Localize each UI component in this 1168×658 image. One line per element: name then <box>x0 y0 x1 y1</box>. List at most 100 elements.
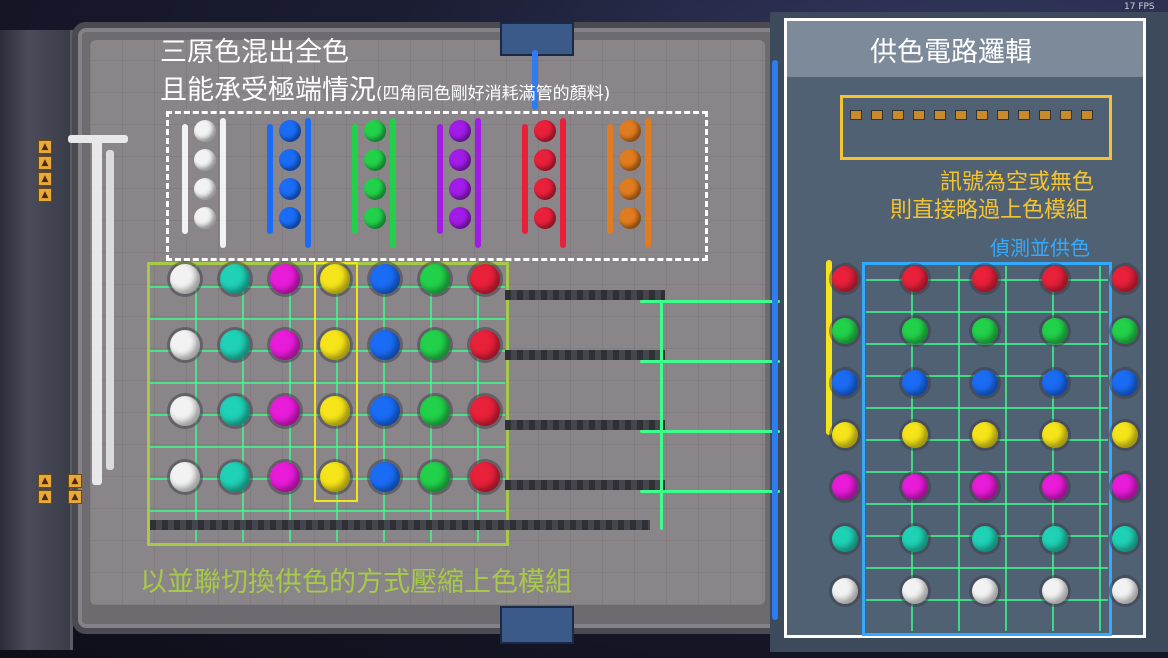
title-line-2-note: (四角同色剛好消耗滿管的顏料) <box>376 84 611 104</box>
magenta-paint-tank <box>270 462 300 492</box>
decider-combinator <box>1039 110 1051 120</box>
blue-supply-tank <box>1042 370 1068 396</box>
inserter-icon: ▲ <box>38 490 52 504</box>
green-paint-tank <box>420 330 450 360</box>
mixer-pipe <box>267 124 273 234</box>
blue-supply-tank <box>1112 370 1138 396</box>
green-detector-tank <box>832 318 858 344</box>
blue-mixer-tank <box>279 178 301 200</box>
red-mixer-tank <box>534 178 556 200</box>
mixer-pipe <box>220 118 226 248</box>
mixer-pipe <box>182 124 188 234</box>
decider-combinator <box>892 110 904 120</box>
red-detector-tank <box>832 266 858 292</box>
decider-combinator <box>997 110 1009 120</box>
green-paint-tank <box>420 396 450 426</box>
cyan-supply-tank <box>1042 526 1068 552</box>
white-paint-tank <box>170 396 200 426</box>
purple-mixer-tank <box>449 207 471 229</box>
green-mixer-tank <box>364 149 386 171</box>
white-paint-tank <box>170 462 200 492</box>
green-mixer-tank <box>364 178 386 200</box>
detect-supply-note: 偵測並供色 <box>990 236 1090 260</box>
red-paint-tank <box>470 462 500 492</box>
purple-mixer-tank <box>449 178 471 200</box>
blue-supply-tank <box>902 370 928 396</box>
conveyor-belt <box>505 290 665 300</box>
magenta-detector-tank <box>832 474 858 500</box>
mixer-pipe <box>645 118 651 248</box>
white-feed-pipe-top <box>68 135 128 143</box>
bottom-docking-connector <box>500 606 574 644</box>
blue-supply-tank <box>972 370 998 396</box>
red-supply-tank <box>1042 266 1068 292</box>
red-mixer-tank <box>534 207 556 229</box>
green-supply-tank <box>1112 318 1138 344</box>
magenta-paint-tank <box>270 264 300 294</box>
magenta-supply-tank <box>1112 474 1138 500</box>
inserter-icon: ▲ <box>68 490 82 504</box>
decider-combinator <box>955 110 967 120</box>
magenta-supply-tank <box>972 474 998 500</box>
yellow-detector-tank <box>832 422 858 448</box>
white-supply-tank <box>1042 578 1068 604</box>
blue-paint-tank <box>370 462 400 492</box>
red-mixer-tank <box>534 120 556 142</box>
yellow-paint-tank <box>320 396 350 426</box>
game-viewport[interactable]: ▲ ▲ ▲ ▲ ▲ ▲ ▲ ▲ 17 FPS 三原色混出全色 且能承受極端情況(… <box>0 0 1168 658</box>
fps-counter: 17 FPS <box>1124 2 1155 12</box>
red-supply-tank <box>1112 266 1138 292</box>
mixer-pipe <box>390 118 396 248</box>
decider-combinator <box>1060 110 1072 120</box>
white-paint-tank <box>170 330 200 360</box>
decider-combinator <box>976 110 988 120</box>
white-mixer-tank <box>194 120 216 142</box>
decider-combinator <box>913 110 925 120</box>
conveyor-belt <box>505 350 665 360</box>
cyan-detector-tank <box>832 526 858 552</box>
title-line-2-main: 且能承受極端情況 <box>160 75 376 106</box>
purple-mixer-tank <box>449 120 471 142</box>
cyan-supply-tank <box>902 526 928 552</box>
inserter-icon: ▲ <box>68 474 82 488</box>
decider-combinator <box>1081 110 1093 120</box>
conveyor-belt <box>150 520 650 530</box>
blue-paint-tank <box>370 264 400 294</box>
space-platform-hull <box>0 30 73 650</box>
mixer-pipe <box>305 118 311 248</box>
decider-combinator <box>850 110 862 120</box>
yellow-supply-tank <box>902 422 928 448</box>
mixer-pipe <box>607 124 613 234</box>
white-mixer-tank <box>194 149 216 171</box>
cyan-supply-tank <box>972 526 998 552</box>
white-feed-pipe-2 <box>106 150 114 470</box>
white-paint-tank <box>170 264 200 294</box>
blue-mixer-tank <box>279 207 301 229</box>
green-supply-tank <box>902 318 928 344</box>
yellow-supply-tank <box>972 422 998 448</box>
white-mixer-tank <box>194 178 216 200</box>
cyan-paint-tank <box>220 264 250 294</box>
bottom-caption: 以並聯切換供色的方式壓縮上色模組 <box>140 567 572 598</box>
orange-mixer-tank <box>619 120 641 142</box>
green-supply-tank <box>972 318 998 344</box>
title-line-1: 三原色混出全色 <box>160 37 349 68</box>
white-supply-tank <box>902 578 928 604</box>
yellow-paint-tank <box>320 462 350 492</box>
orange-mixer-tank <box>619 149 641 171</box>
skip-logic-outline <box>840 95 1112 160</box>
decider-combinator <box>1018 110 1030 120</box>
yellow-supply-tank <box>1042 422 1068 448</box>
red-paint-tank <box>470 330 500 360</box>
mixer-pipe <box>560 118 566 248</box>
magenta-supply-tank <box>1042 474 1068 500</box>
white-feed-pipe <box>92 135 102 485</box>
mixer-pipe <box>522 124 528 234</box>
white-supply-tank <box>1112 578 1138 604</box>
circuit-wire <box>660 300 663 530</box>
skip-note-line-2: 則直接略過上色模組 <box>890 198 1089 223</box>
blue-mixer-tank <box>279 149 301 171</box>
panel-title: 供色電路邏輯 <box>870 37 1032 68</box>
red-paint-tank <box>470 264 500 294</box>
cyan-paint-tank <box>220 462 250 492</box>
